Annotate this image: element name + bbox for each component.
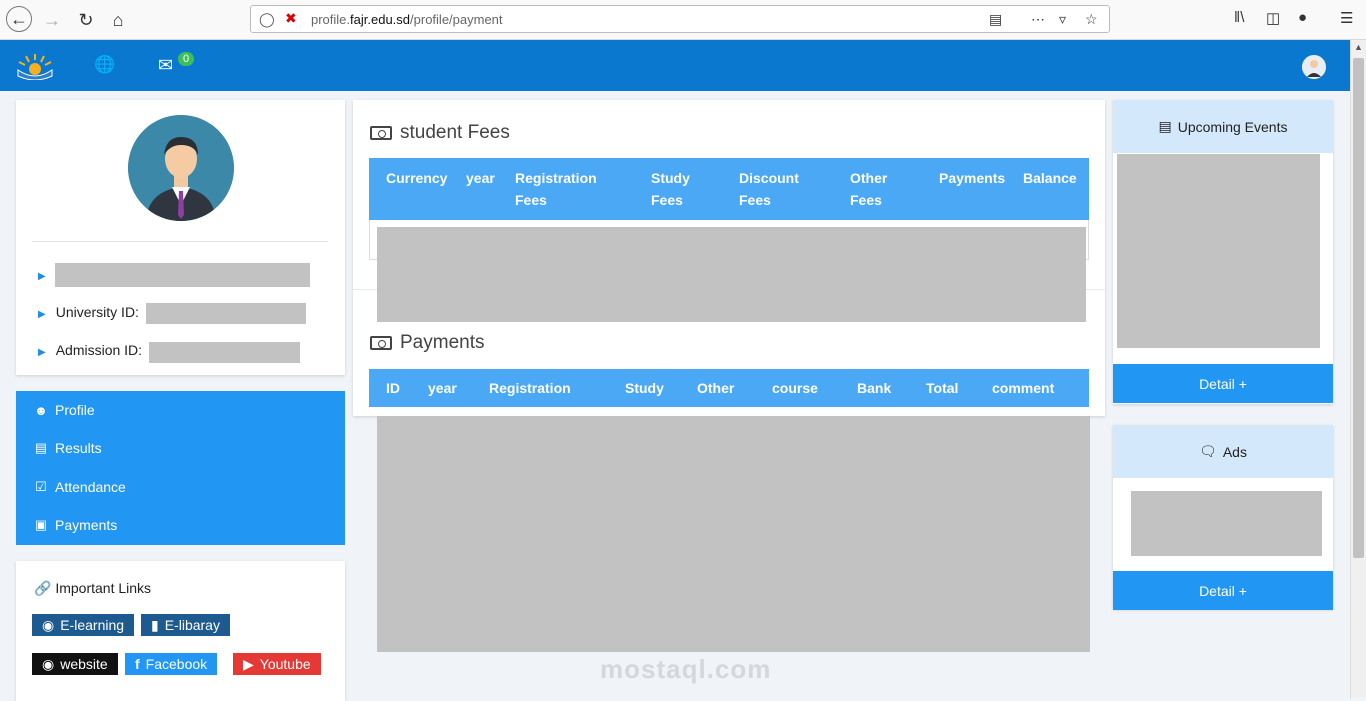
money-icon <box>370 336 392 350</box>
menu-item-attendance[interactable]: ☑ Attendance <box>33 479 126 495</box>
globe-icon: ◉ <box>42 655 55 672</box>
menu-hamburger-icon[interactable]: ☰ <box>1340 9 1353 27</box>
comment-icon: 🗨 <box>1199 443 1217 459</box>
side-menu: ☻ Profile ▤ Results ☑ Attendance ▣ Payments <box>16 391 345 545</box>
redacted-name <box>55 263 310 287</box>
user-circle-icon: ☻ <box>34 402 48 418</box>
reload-icon[interactable]: ↻ <box>74 8 98 32</box>
redacted-payments-data <box>377 416 1090 652</box>
events-header: ▤ Upcoming Events <box>1113 100 1333 153</box>
globe-icon: ◉ <box>42 616 55 633</box>
newspaper-icon: ▤ <box>1158 118 1172 134</box>
reader-view-icon[interactable]: ▤ <box>989 11 1002 28</box>
website-button[interactable]: ◉ website <box>32 653 118 675</box>
university-id-row: ▶ University ID: <box>38 304 139 320</box>
mail-count-badge: 0 <box>178 52 195 66</box>
e-learning-button[interactable]: ◉ E-learning <box>32 614 135 636</box>
insecure-lock-icon[interactable]: ✖ <box>285 10 297 27</box>
fees-col-currency: Currency <box>386 170 448 186</box>
redacted-admission-id <box>149 342 300 363</box>
payments-title: Payments <box>370 332 484 354</box>
page-scrollbar[interactable]: ▲ <box>1350 40 1366 698</box>
university-logo-icon[interactable] <box>16 52 54 80</box>
university-id-label: University ID: <box>55 304 139 320</box>
fees-col-balance: Balance <box>1023 170 1077 186</box>
home-icon[interactable]: ⌂ <box>106 8 130 32</box>
app-header: 🌐 ✉ 0 <box>0 40 1350 91</box>
pay-col-year: year <box>428 380 457 396</box>
youtube-icon: ▶ <box>243 655 254 672</box>
address-bar[interactable]: ◯ ✖ profile.fajr.edu.sd/profile/payment … <box>250 5 1110 33</box>
pocket-icon[interactable]: ▿ <box>1059 11 1066 28</box>
profile-card: ▶ ▶ University ID: ▶ Admission ID: <box>16 100 345 375</box>
pay-col-bank: Bank <box>857 380 892 396</box>
calendar-check-icon: ☑ <box>35 479 47 494</box>
fees-col-study: Study Fees <box>651 170 690 208</box>
fees-col-discount: Discount Fees <box>739 170 799 208</box>
scroll-up-icon[interactable]: ▲ <box>1354 42 1363 52</box>
caret-right-icon: ▶ <box>38 309 46 320</box>
fees-title: student Fees <box>370 122 510 144</box>
pay-col-registration: Registration <box>489 380 571 396</box>
ads-header: 🗨 Ads <box>1113 425 1333 478</box>
more-actions-icon[interactable]: ⋯ <box>1031 11 1045 28</box>
youtube-button[interactable]: ▶ Youtube <box>233 653 321 675</box>
pay-col-other: Other <box>697 380 735 396</box>
payments-table-header: ID year Registration Study Other course … <box>369 369 1089 407</box>
money-icon: ▣ <box>34 517 48 532</box>
pay-col-total: Total <box>926 380 959 396</box>
admission-id-label: Admission ID: <box>55 342 143 358</box>
browser-toolbar: ← → ↻ ⌂ ◯ ✖ profile.fajr.edu.sd/profile/… <box>0 0 1366 40</box>
globe-icon[interactable]: 🌐 <box>94 55 115 75</box>
events-detail-button[interactable]: Detail + <box>1113 364 1333 403</box>
fees-col-payments: Payments <box>939 170 1006 186</box>
pay-col-comment: comment <box>992 380 1055 396</box>
pay-col-study: Study <box>625 380 664 396</box>
menu-item-profile[interactable]: ☻ Profile <box>33 402 95 418</box>
pay-col-course: course <box>772 380 818 396</box>
profile-avatar <box>128 115 234 221</box>
caret-right-icon: ▶ <box>38 347 46 358</box>
e-library-button[interactable]: ▮ E-libaray <box>141 614 230 636</box>
upcoming-events-card: ▤ Upcoming Events Detail + <box>1113 100 1333 404</box>
facebook-button[interactable]: f Facebook <box>125 653 218 675</box>
url-text[interactable]: profile.fajr.edu.sd/profile/payment <box>311 12 503 27</box>
mail-icon[interactable]: ✉ <box>158 55 173 76</box>
redacted-ads <box>1131 491 1322 556</box>
watermark: mostaql.com <box>600 654 772 684</box>
facebook-icon: f <box>135 656 140 672</box>
bookmark-star-icon[interactable]: ☆ <box>1085 11 1098 28</box>
admission-id-row: ▶ Admission ID: <box>38 342 142 358</box>
profile-name-row: ▶ <box>38 266 56 282</box>
forward-icon[interactable]: → <box>40 8 64 32</box>
link-icon: 🔗 <box>34 580 52 596</box>
redacted-university-id <box>146 303 306 324</box>
menu-item-results[interactable]: ▤ Results <box>33 440 102 456</box>
pay-col-id: ID <box>386 380 400 396</box>
fees-card: student Fees Currency year Registration F… <box>353 100 1105 416</box>
shield-icon[interactable]: ◯ <box>259 11 275 28</box>
back-icon[interactable]: ← <box>6 6 32 32</box>
account-icon[interactable]: ● <box>1298 9 1307 26</box>
ads-detail-button[interactable]: Detail + <box>1113 571 1333 610</box>
scroll-thumb[interactable] <box>1353 58 1364 558</box>
money-icon <box>370 126 392 140</box>
library-icon[interactable]: ‖\ <box>1234 9 1244 26</box>
caret-right-icon: ▶ <box>38 271 46 282</box>
sidebar-icon[interactable]: ◫ <box>1266 9 1280 27</box>
fees-col-registration: Registration Fees <box>515 170 597 208</box>
redacted-events <box>1117 154 1320 348</box>
important-links-card: 🔗 Important Links ◉ E-learning ▮ E-libaray… <box>16 561 345 701</box>
fees-table-header: Currency year Registration Fees Study Fees… <box>369 158 1089 220</box>
fees-col-year: year <box>466 170 495 186</box>
user-avatar[interactable] <box>1302 55 1326 79</box>
links-title: 🔗 Important Links <box>34 580 152 596</box>
profile-divider <box>32 241 328 242</box>
file-icon: ▤ <box>34 440 48 455</box>
ads-card: 🗨 Ads Detail + <box>1113 425 1333 610</box>
redacted-fees-data <box>377 227 1086 322</box>
book-icon: ▮ <box>151 616 159 633</box>
fees-col-other: Other Fees <box>850 170 888 208</box>
menu-item-payments[interactable]: ▣ Payments <box>33 517 117 533</box>
